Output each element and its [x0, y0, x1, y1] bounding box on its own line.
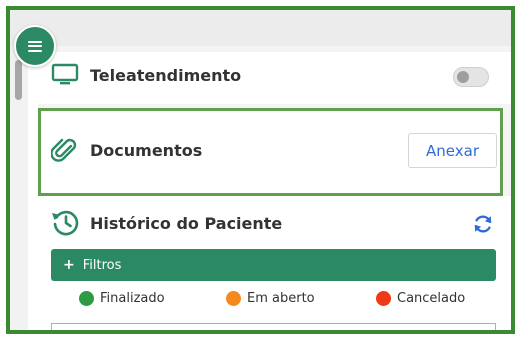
- history-icon: [52, 210, 79, 236]
- legend-cancelado: Cancelado: [376, 289, 465, 307]
- documentos-title: Documentos: [90, 141, 203, 160]
- app-frame: Teleatendimento Documentos Anexar Histór…: [0, 0, 522, 338]
- teleatendimento-toggle[interactable]: [453, 67, 489, 87]
- filtros-label: Filtros: [82, 257, 122, 273]
- history-list-item[interactable]: [51, 323, 496, 333]
- paperclip-icon: [51, 138, 77, 162]
- legend-finalizado: Finalizado: [79, 289, 165, 307]
- top-bar: [10, 10, 511, 46]
- refresh-icon[interactable]: [472, 213, 494, 235]
- toggle-knob: [457, 71, 469, 83]
- filtros-button[interactable]: + Filtros: [51, 249, 496, 281]
- scrollbar-thumb[interactable]: [15, 60, 22, 100]
- legend-dot-em-aberto: [226, 290, 241, 306]
- legend-em-aberto: Em aberto: [226, 289, 315, 307]
- legend-label-cancelado: Cancelado: [397, 290, 466, 306]
- legend-label-em-aberto: Em aberto: [247, 290, 315, 306]
- plus-icon: +: [63, 257, 75, 273]
- historico-title: Histórico do Paciente: [90, 214, 283, 233]
- anexar-button[interactable]: Anexar: [408, 133, 497, 168]
- teleatendimento-title: Teleatendimento: [90, 66, 242, 85]
- legend-dot-cancelado: [376, 290, 391, 306]
- legend-dot-finalizado: [79, 290, 94, 306]
- legend-label-finalizado: Finalizado: [100, 290, 165, 306]
- menu-icon: [28, 40, 42, 52]
- menu-button[interactable]: [14, 25, 56, 67]
- monitor-icon: [51, 63, 79, 85]
